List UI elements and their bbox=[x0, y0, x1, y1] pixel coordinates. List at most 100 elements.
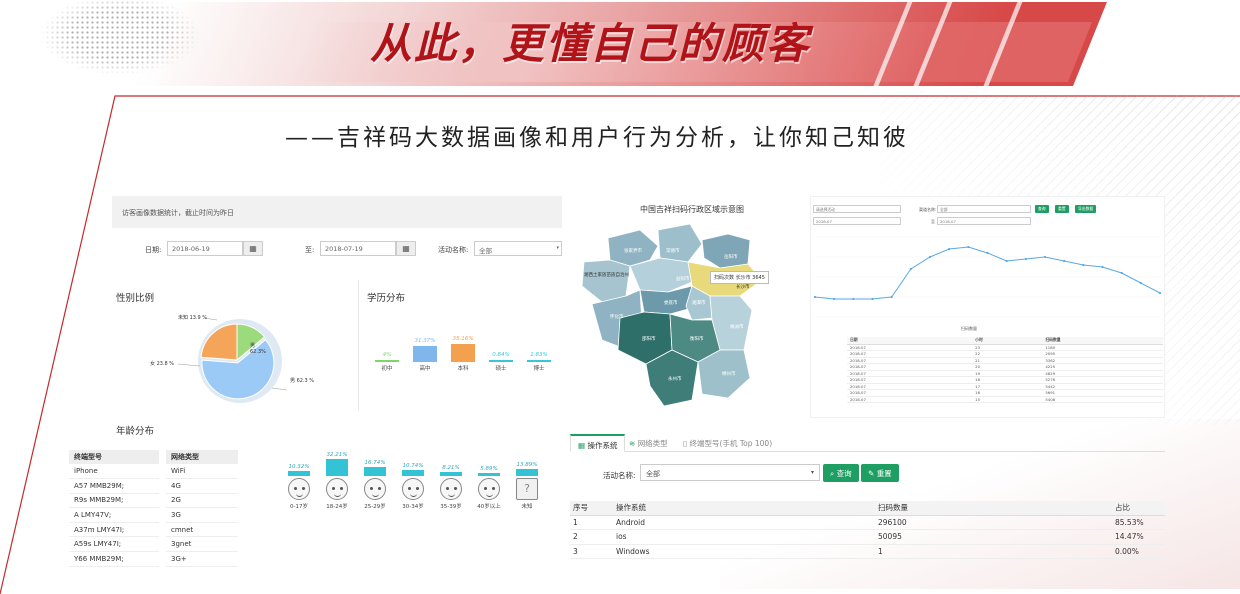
age-bar-item: 5.89% 40岁以上 bbox=[472, 466, 506, 510]
map-region bbox=[657, 223, 703, 263]
age-label: 18-24岁 bbox=[326, 504, 348, 510]
device-row: A59s LMY47I; bbox=[69, 536, 159, 553]
device-row: A57 MMB29M; bbox=[69, 478, 159, 494]
date-from-small[interactable]: 2018-07 bbox=[813, 217, 901, 225]
reset-button-small[interactable]: 重置 bbox=[1055, 205, 1069, 213]
education-label: 初中 bbox=[381, 365, 393, 372]
column-header[interactable]: 序号 bbox=[570, 501, 613, 516]
age-bar-item: 10.74% 30-34岁 bbox=[396, 463, 430, 510]
reset-button[interactable]: ✎ 重置 bbox=[861, 464, 899, 482]
tab-bar: ▦ 操作系统 ≋ 网络类型 ▯ 终端型号(手机 Top 100) bbox=[570, 432, 1165, 452]
table-cell: ios bbox=[613, 529, 875, 545]
province-map: 中国吉祥扫码行政区域示意图 张家界市 常德市 岳阳市 湘西土家族苗族自治州 益阳… bbox=[580, 200, 800, 415]
network-table-header: 网络类型 bbox=[166, 450, 238, 464]
table-cell: 2G bbox=[166, 493, 238, 509]
education-bar-item: 0.84% 硕士 bbox=[486, 352, 516, 372]
education-label: 本科 bbox=[457, 366, 469, 372]
network-row: 2G bbox=[166, 493, 238, 509]
pie-label-female: 女 23.8 % bbox=[150, 361, 175, 367]
table-cell: 1 bbox=[570, 515, 613, 530]
age-bar bbox=[478, 472, 500, 476]
table-cell: Windows bbox=[613, 544, 875, 559]
table-cell: 296100 bbox=[875, 515, 1112, 530]
notice-bar: 访客画像数据统计，截止时间为昨日 bbox=[112, 196, 562, 228]
data-point bbox=[1139, 281, 1142, 285]
education-label: 高中 bbox=[419, 365, 431, 372]
person-face-icon bbox=[440, 477, 462, 500]
table-cell: R9s MMB29M; bbox=[69, 493, 159, 509]
hourly-scan-table: 日期 小时 扫码数量 2018-07 23 1180 2018-07 22 2095 2018-… bbox=[847, 337, 1163, 403]
chevron-down-icon: ▾ bbox=[556, 245, 559, 251]
data-point bbox=[1158, 291, 1162, 295]
table-row[interactable]: 3 Windows 1 0.00% bbox=[570, 544, 1165, 559]
data-point bbox=[1082, 263, 1085, 267]
tab-device-model[interactable]: ▯ 终端型号(手机 Top 100) bbox=[676, 434, 779, 452]
table-cell: 3gnet bbox=[166, 536, 238, 553]
column-header[interactable]: 扫码数量 bbox=[875, 501, 1112, 516]
education-bar-item: 4% 初中 bbox=[372, 352, 402, 372]
age-bar bbox=[364, 467, 386, 476]
table-cell: 4G bbox=[166, 478, 238, 494]
column-header[interactable]: 扫码数量 bbox=[1042, 337, 1163, 345]
age-label: 30-34岁 bbox=[402, 503, 424, 510]
query-button-small[interactable]: 查询 bbox=[1035, 205, 1049, 213]
table-cell: Android bbox=[613, 515, 875, 530]
activity-select-small[interactable]: 请选择活动 bbox=[813, 205, 901, 213]
person-face-icon bbox=[364, 477, 386, 500]
city-label: 怀化市 bbox=[610, 313, 624, 320]
search-icon: ⌕ bbox=[830, 469, 835, 478]
table-row[interactable]: 1 Android 296100 85.53% bbox=[570, 515, 1165, 530]
query-button[interactable]: ⌕ 查询 bbox=[823, 464, 859, 482]
device-row: iPhone bbox=[69, 464, 159, 480]
column-header[interactable]: 操作系统 bbox=[613, 501, 875, 516]
export-button[interactable]: 导出数据 bbox=[1075, 205, 1097, 213]
education-pct: 1.83% bbox=[530, 352, 548, 358]
scan-line-chart bbox=[813, 236, 1162, 318]
map-region bbox=[581, 259, 631, 303]
data-point bbox=[833, 297, 836, 301]
age-bar bbox=[326, 459, 348, 476]
education-bar-item: 31.37% 高中 bbox=[410, 338, 440, 372]
table-row[interactable]: 2018-07 15 5408 bbox=[847, 396, 1163, 403]
data-point bbox=[871, 297, 874, 301]
tab-network-type[interactable]: ≋ 网络类型 bbox=[622, 434, 675, 452]
table-cell: 3 bbox=[570, 544, 613, 559]
table-cell: 0.00% bbox=[1112, 544, 1165, 559]
data-point bbox=[1005, 259, 1008, 263]
calendar-icon[interactable]: ▦ bbox=[243, 241, 263, 256]
city-label: 益阳市 bbox=[676, 275, 690, 282]
date-from-input[interactable]: 2018-06-19 bbox=[167, 241, 243, 256]
age-bar-item: 16.74% 25-29岁 bbox=[358, 460, 392, 510]
date-to-input[interactable]: 2018-07-19 bbox=[320, 241, 396, 256]
column-header[interactable]: 占比 bbox=[1112, 501, 1165, 516]
column-header[interactable]: 小时 bbox=[972, 337, 1043, 345]
table-cell: 15 bbox=[972, 396, 1043, 403]
channel-select[interactable]: 全部 bbox=[937, 205, 1031, 213]
education-bar bbox=[451, 344, 475, 362]
activity-select[interactable]: 全部 ▾ bbox=[640, 464, 820, 481]
tab-operating-system[interactable]: ▦ 操作系统 bbox=[570, 434, 626, 452]
person-face-icon bbox=[402, 477, 424, 500]
activity-select[interactable]: 全部 ▾ bbox=[474, 241, 562, 256]
age-pct: 5.89% bbox=[480, 465, 498, 472]
table-row[interactable]: 2 ios 50095 14.47% bbox=[570, 529, 1165, 545]
city-label: 常德市 bbox=[666, 247, 680, 254]
city-label: 株洲市 bbox=[730, 323, 744, 330]
date-to-small[interactable]: 2018-07 bbox=[937, 217, 1031, 225]
age-label: 未知 bbox=[521, 503, 533, 510]
subtitle: ——吉祥码大数据画像和用户行为分析，让你知己知彼 bbox=[285, 125, 909, 151]
table-cell: iPhone bbox=[69, 464, 159, 480]
age-pct: 10.74% bbox=[402, 463, 424, 470]
date-filter: 日期: 2018-06-19 ▦ 至: 2018-07-19 ▦ 活动名称: 全… bbox=[112, 241, 562, 257]
network-type-table: 网络类型 WiFi 4G 2G 3G cmnet 3gnet 3G+ bbox=[166, 450, 238, 567]
device-row: A37m LMY47I; bbox=[69, 522, 159, 538]
column-header[interactable]: 日期 bbox=[847, 337, 973, 345]
age-bar bbox=[440, 471, 462, 476]
table-cell: Y66 MMB29M; bbox=[69, 551, 159, 567]
calendar-icon[interactable]: ▦ bbox=[396, 241, 416, 256]
pie-hover-pct: 62.3% bbox=[250, 349, 266, 355]
scan-trend-dashboard: 请选择活动 渠道名称: 全部 查询 重置 导出数据 2018-07 至 2018… bbox=[810, 196, 1165, 418]
education-pct: 4% bbox=[382, 351, 392, 358]
education-bar bbox=[413, 345, 437, 362]
device-table-header: 终端型号 bbox=[69, 450, 159, 464]
